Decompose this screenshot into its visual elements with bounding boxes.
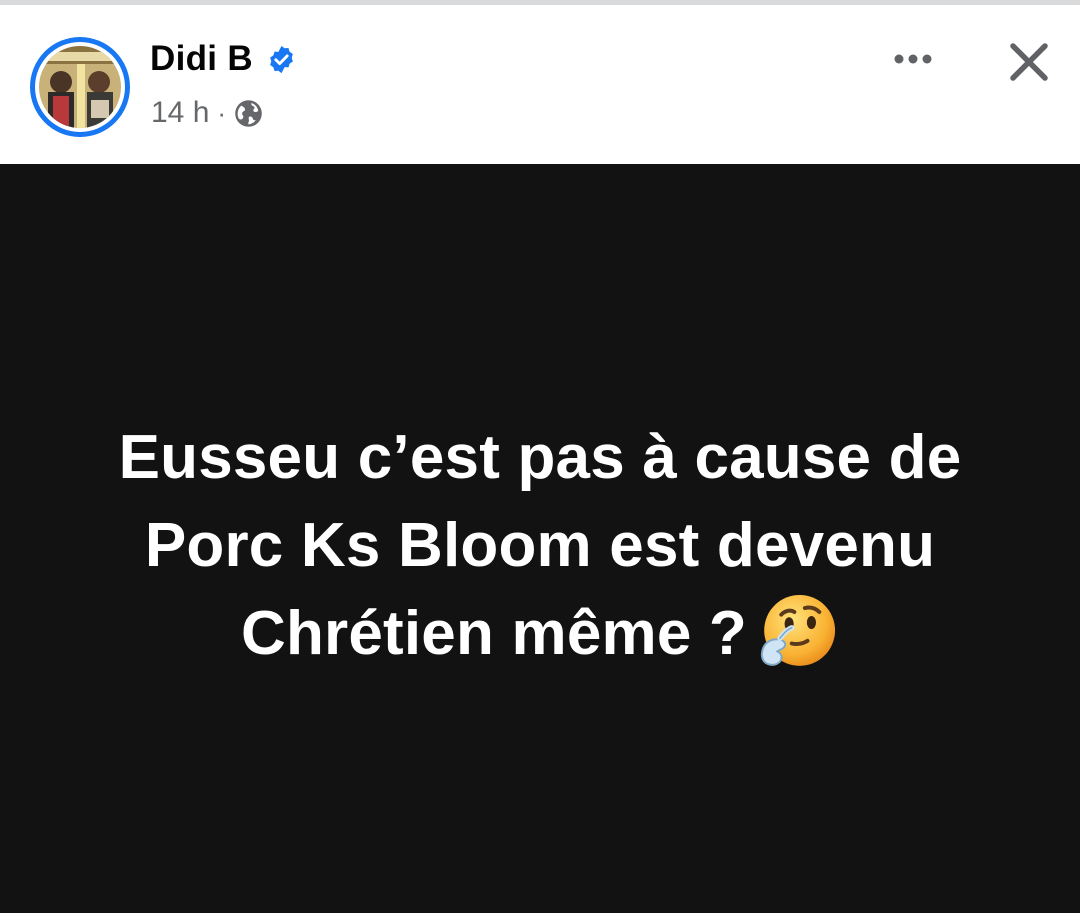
- post-text: Eusseu c’est pas à cause de Porc Ks Bloo…: [40, 414, 1040, 678]
- more-options-icon[interactable]: [884, 39, 942, 79]
- post-text-line: Porc Ks Bloom est devenu: [144, 511, 936, 580]
- author-name[interactable]: Didi B: [150, 39, 253, 79]
- verified-badge-icon: [270, 45, 293, 74]
- post-meta: 14 h ·: [151, 93, 263, 133]
- post-text-line-last: Chrétien même ?: [40, 590, 1040, 678]
- post-header: Didi B 14 h ·: [0, 5, 1080, 164]
- post-text-line: Chrétien même ?: [240, 599, 748, 668]
- post-text-line: Eusseu c’est pas à cause de: [118, 423, 962, 492]
- avatar-image: [39, 46, 121, 128]
- post-content: Eusseu c’est pas à cause de Porc Ks Bloo…: [0, 164, 1080, 913]
- thinking-face-emoji: [760, 594, 836, 666]
- post-timestamp[interactable]: 14 h: [151, 96, 209, 130]
- author-avatar[interactable]: [30, 37, 130, 137]
- globe-icon[interactable]: [234, 99, 263, 128]
- meta-separator: ·: [217, 97, 227, 128]
- close-icon[interactable]: [1006, 39, 1052, 85]
